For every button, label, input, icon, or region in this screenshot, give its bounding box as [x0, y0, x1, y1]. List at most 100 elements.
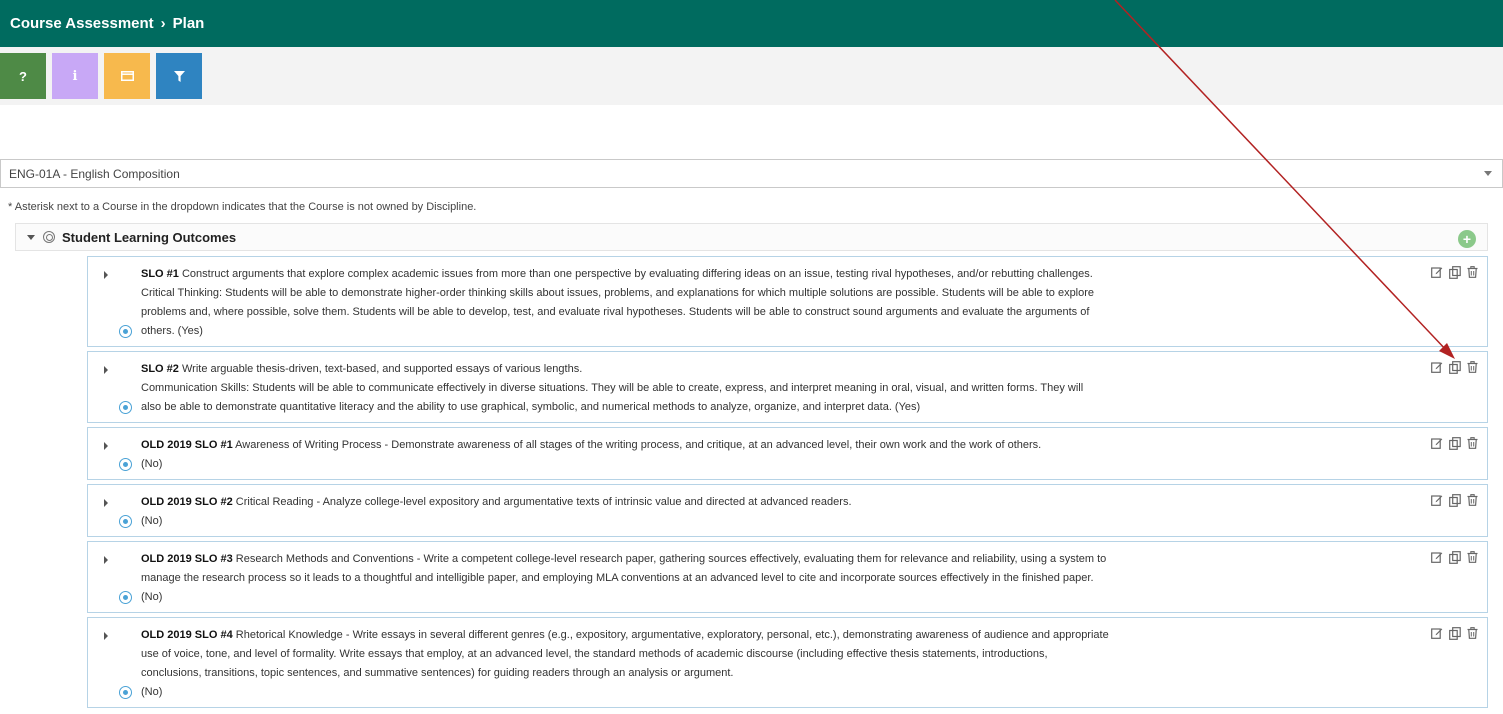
filter-button[interactable]	[156, 53, 202, 99]
outcome-text-line: Communication Skills: Students will be a…	[141, 379, 1357, 398]
outcome-code: OLD 2019 SLO #2	[141, 496, 233, 508]
info-icon: i	[72, 68, 78, 84]
outcome-text-line: conclusions, transitions, topic sentence…	[141, 664, 1357, 683]
edit-icon[interactable]	[1430, 265, 1443, 279]
edit-icon[interactable]	[1430, 550, 1443, 564]
breadcrumb: Course Assessment › Plan	[10, 15, 204, 32]
outcomes-header[interactable]: Student Learning Outcomes +	[15, 223, 1488, 251]
target-icon	[119, 325, 132, 338]
outcome-text-line: SLO #2 Write arguable thesis-driven, tex…	[141, 360, 1357, 379]
course-select[interactable]: ENG-01A - English Composition	[0, 159, 1503, 188]
help-button[interactable]: ?	[0, 53, 46, 99]
outcome-actions	[1430, 493, 1479, 507]
outcome-actions	[1430, 436, 1479, 450]
edit-icon[interactable]	[1430, 436, 1443, 450]
caret-right-icon[interactable]	[104, 632, 108, 640]
outcome-text: Awareness of Writing Process - Demonstra…	[235, 439, 1042, 451]
copy-icon[interactable]	[1448, 360, 1461, 374]
window-button[interactable]	[104, 53, 150, 99]
caret-right-icon[interactable]	[104, 271, 108, 279]
outcome-text: use of voice, tone, and level of formali…	[141, 648, 1048, 660]
copy-icon[interactable]	[1448, 493, 1461, 507]
outcome-actions	[1430, 360, 1479, 374]
caret-right-icon[interactable]	[104, 556, 108, 564]
copy-icon[interactable]	[1448, 436, 1461, 450]
outcome-text: (No)	[141, 686, 163, 698]
outcome-text-line: also be able to demonstrate quantitative…	[141, 398, 1357, 417]
outcome-text-line: OLD 2019 SLO #1 Awareness of Writing Pro…	[141, 436, 1357, 455]
outcome-item: OLD 2019 SLO #3 Research Methods and Con…	[87, 541, 1488, 613]
copy-icon[interactable]	[1448, 550, 1461, 564]
window-icon	[120, 71, 134, 81]
outcome-item: OLD 2019 SLO #2 Critical Reading - Analy…	[87, 484, 1488, 537]
outcome-text: others. (Yes)	[141, 325, 203, 337]
outcome-code: OLD 2019 SLO #4	[141, 629, 233, 641]
edit-icon[interactable]	[1430, 360, 1443, 374]
outcome-text: Critical Reading - Analyze college-level…	[235, 496, 852, 508]
outcome-actions	[1430, 626, 1479, 640]
course-select-value: ENG-01A - English Composition	[9, 166, 180, 181]
asterisk-note: * Asterisk next to a Course in the dropd…	[8, 201, 477, 213]
outcomes-header-title: Student Learning Outcomes	[62, 229, 237, 245]
outcome-item: OLD 2019 SLO #1 Awareness of Writing Pro…	[87, 427, 1488, 480]
target-icon	[119, 686, 132, 699]
outcome-actions	[1430, 265, 1479, 279]
outcome-item: OLD 2019 SLO #4 Rhetorical Knowledge - W…	[87, 617, 1488, 708]
breadcrumb-current: Plan	[172, 15, 205, 32]
target-icon	[119, 458, 132, 471]
outcome-text: Rhetorical Knowledge - Write essays in s…	[235, 629, 1109, 641]
outcome-code: OLD 2019 SLO #3	[141, 553, 233, 565]
info-button[interactable]: i	[52, 53, 98, 99]
filter-icon	[173, 70, 185, 82]
outcome-text: Research Methods and Conventions - Write…	[235, 553, 1107, 565]
outcome-text: (No)	[141, 515, 163, 527]
outcome-text-line: OLD 2019 SLO #3 Research Methods and Con…	[141, 550, 1357, 569]
caret-right-icon[interactable]	[104, 442, 108, 450]
copy-icon[interactable]	[1448, 265, 1461, 279]
plus-icon: +	[1462, 231, 1472, 247]
outcome-item: SLO #1 Construct arguments that explore …	[87, 256, 1488, 347]
outcome-text-line: (No)	[141, 512, 1357, 531]
outcome-text: Communication Skills: Students will be a…	[141, 382, 1084, 394]
outcome-actions	[1430, 550, 1479, 564]
outcome-text-line: (No)	[141, 683, 1357, 702]
target-icon	[119, 591, 132, 604]
outcome-code: SLO #1	[141, 268, 179, 280]
outcome-text-line: (No)	[141, 455, 1357, 474]
outcome-code: SLO #2	[141, 363, 179, 375]
outcome-text: conclusions, transitions, topic sentence…	[141, 667, 734, 679]
edit-icon[interactable]	[1430, 493, 1443, 507]
breadcrumb-separator: ›	[160, 15, 166, 32]
outcome-list: SLO #1 Construct arguments that explore …	[87, 256, 1488, 712]
copy-icon[interactable]	[1448, 626, 1461, 640]
outcome-text: (No)	[141, 591, 163, 603]
breadcrumb-parent[interactable]: Course Assessment	[10, 15, 154, 32]
trash-icon[interactable]	[1466, 436, 1479, 450]
outcome-text: Write arguable thesis-driven, text-based…	[181, 363, 583, 375]
trash-icon[interactable]	[1466, 265, 1479, 279]
caret-down-icon[interactable]	[27, 234, 35, 240]
chevron-down-icon	[1484, 171, 1492, 176]
target-icon	[119, 401, 132, 414]
caret-right-icon[interactable]	[104, 366, 108, 374]
outcome-text-line: SLO #1 Construct arguments that explore …	[141, 265, 1357, 284]
outcome-text-line: manage the research process so it leads …	[141, 569, 1357, 588]
outcome-text-line: use of voice, tone, and level of formali…	[141, 645, 1357, 664]
outcome-text-line: OLD 2019 SLO #4 Rhetorical Knowledge - W…	[141, 626, 1357, 645]
trash-icon[interactable]	[1466, 626, 1479, 640]
trash-icon[interactable]	[1466, 550, 1479, 564]
outcome-code: OLD 2019 SLO #1	[141, 439, 233, 451]
outcome-text: Critical Thinking: Students will be able…	[141, 287, 1095, 299]
outcome-text-line: problems and, where possible, solve them…	[141, 303, 1357, 322]
edit-icon[interactable]	[1430, 626, 1443, 640]
caret-right-icon[interactable]	[104, 499, 108, 507]
add-outcome-button[interactable]: +	[1458, 230, 1476, 248]
trash-icon[interactable]	[1466, 360, 1479, 374]
outcome-text-line: OLD 2019 SLO #2 Critical Reading - Analy…	[141, 493, 1357, 512]
outcome-text: (No)	[141, 458, 163, 470]
top-bar: Course Assessment › Plan	[0, 0, 1503, 47]
toolbar: ? i	[0, 47, 1503, 105]
trash-icon[interactable]	[1466, 493, 1479, 507]
question-icon: ?	[19, 68, 27, 84]
target-icon	[43, 231, 55, 243]
